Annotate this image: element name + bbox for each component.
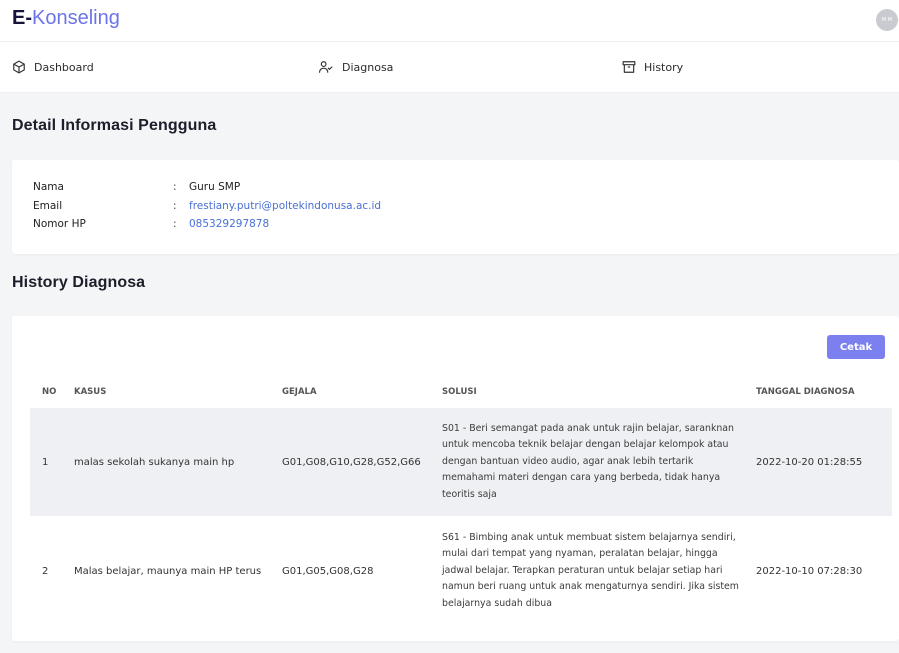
- top-bar: E-Konseling M M: [0, 0, 899, 42]
- brand-logo[interactable]: E-Konseling: [12, 7, 120, 30]
- column-header-kasus: KASUS: [74, 387, 107, 397]
- cell-no: 2: [30, 516, 74, 626]
- cell-no: 1: [30, 408, 74, 516]
- print-button[interactable]: Cetak: [827, 335, 885, 359]
- main-nav: Dashboard Diagnosa History: [0, 42, 899, 93]
- cell-tanggal: 2022-10-10 07:28:30: [756, 516, 892, 626]
- nav-label-history: History: [644, 60, 684, 74]
- nav-item-diagnosa[interactable]: Diagnosa: [318, 60, 393, 74]
- column-header-solusi: SOLUSI: [442, 387, 477, 397]
- phone-link[interactable]: 085329297878: [189, 218, 269, 230]
- nav-item-history[interactable]: History: [622, 60, 683, 74]
- user-info-card: Nama : Guru SMP Email : frestiany.putri@…: [12, 160, 899, 254]
- cell-tanggal: 2022-10-20 01:28:55: [756, 408, 892, 516]
- table-header-row: NO KASUS GEJALA SOLUSI TANGGAL DIAGNOSA: [30, 376, 892, 408]
- archive-icon: [622, 61, 636, 73]
- email-link[interactable]: frestiany.putri@poltekindonusa.ac.id: [189, 200, 381, 212]
- nav-label-dashboard: Dashboard: [34, 60, 94, 74]
- info-separator: :: [173, 200, 177, 212]
- cell-gejala: G01,G08,G10,G28,G52,G66: [282, 408, 442, 516]
- cell-gejala: G01,G05,G08,G28: [282, 516, 442, 626]
- cell-solusi: S01 - Beri semangat pada anak untuk raji…: [442, 408, 756, 516]
- cell-solusi: S61 - Bimbing anak untuk membuat sistem …: [442, 516, 756, 626]
- brand-prefix: E-: [12, 7, 32, 29]
- info-value-name: Guru SMP: [189, 181, 241, 193]
- info-row-phone: Nomor HP : 085329297878: [33, 218, 269, 230]
- column-header-no: NO: [42, 387, 57, 397]
- info-label-email: Email: [33, 200, 63, 212]
- cell-kasus: Malas belajar, maunya main HP terus: [74, 516, 282, 626]
- cube-icon: [13, 60, 25, 74]
- info-row-name: Nama : Guru SMP: [33, 181, 240, 193]
- info-label-phone: Nomor HP: [33, 218, 86, 230]
- brand-name: Konseling: [32, 7, 120, 29]
- column-header-gejala: GEJALA: [282, 387, 317, 397]
- table-row: 1 malas sekolah sukanya main hp G01,G08,…: [30, 408, 892, 516]
- nav-item-dashboard[interactable]: Dashboard: [12, 60, 94, 74]
- cell-kasus: malas sekolah sukanya main hp: [74, 408, 282, 516]
- nav-label-diagnosa: Diagnosa: [342, 60, 394, 74]
- column-header-tanggal: TANGGAL DIAGNOSA: [756, 387, 855, 397]
- user-check-icon: [319, 61, 333, 73]
- info-separator: :: [173, 181, 177, 193]
- table-row: 2 Malas belajar, maunya main HP terus G0…: [30, 516, 892, 626]
- info-separator: :: [173, 218, 177, 230]
- history-section-title: History Diagnosa: [12, 274, 146, 291]
- history-card: Cetak NO KASUS GEJALA SOLUSI TANGGAL DIA…: [12, 316, 899, 641]
- avatar[interactable]: M M: [876, 9, 898, 31]
- detail-section-title: Detail Informasi Pengguna: [12, 117, 217, 134]
- info-row-email: Email : frestiany.putri@poltekindonusa.a…: [33, 200, 381, 212]
- history-table: NO KASUS GEJALA SOLUSI TANGGAL DIAGNOSA …: [30, 376, 892, 626]
- info-label-name: Nama: [33, 181, 64, 193]
